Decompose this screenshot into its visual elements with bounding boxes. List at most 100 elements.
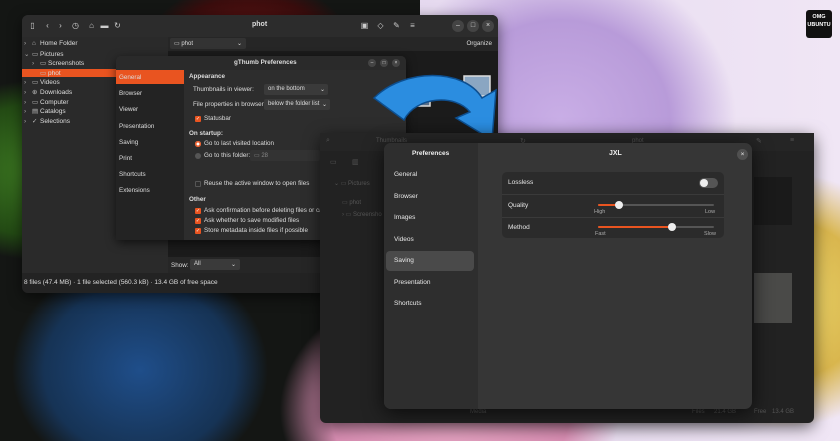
quality-slider-knob[interactable] xyxy=(614,201,623,209)
thumbnail-cat[interactable] xyxy=(754,273,792,323)
tree-item[interactable]: › ▭ Videos xyxy=(24,78,60,86)
prefs-nav-item-extensions[interactable]: Extensions xyxy=(119,187,150,194)
method-fast-label: Fast xyxy=(595,231,606,237)
prefs-nav-item-saving[interactable]: Saving xyxy=(119,139,138,146)
expander-icon[interactable]: › xyxy=(24,108,32,115)
other-heading: Other xyxy=(189,196,206,203)
method-slider-knob[interactable] xyxy=(668,223,677,231)
back-icon[interactable]: ‹ xyxy=(41,20,54,32)
goto-folder-radio[interactable] xyxy=(195,153,201,159)
thumbnail-dark-1[interactable] xyxy=(754,177,792,225)
jxl-nav-item-browser[interactable]: Browser xyxy=(386,187,474,207)
thumbnails-dropdown[interactable]: on the bottom ⌄ xyxy=(264,84,328,95)
jxl-nav-item-presentation[interactable]: Presentation xyxy=(386,273,474,293)
maximize-icon[interactable]: □ xyxy=(467,20,479,32)
tree-item[interactable]: › ▭ Computer xyxy=(24,98,69,106)
organize-button[interactable]: Organize xyxy=(466,40,492,47)
statusbar-checkbox[interactable]: ✓ xyxy=(195,116,201,122)
expander-icon[interactable]: › xyxy=(24,40,32,47)
pictures-tree-item[interactable]: ⌄ ▭ Pictures xyxy=(334,180,370,187)
tree-item-label: Computer xyxy=(40,98,69,106)
chevron-down-icon: ⌄ xyxy=(321,102,327,108)
prefs-nav-item-viewer[interactable]: Viewer xyxy=(119,106,138,113)
prefs-nav: General Browser Viewer Presentation Saving Pr… xyxy=(116,70,184,240)
edit-icon[interactable]: ✎ xyxy=(756,137,762,145)
sidebar-toggle-icon[interactable]: ▯ xyxy=(26,20,39,32)
other-checkbox[interactable]: ✓ xyxy=(195,208,201,214)
jxl-nav: Preferences General Browser Images Videos Sa… xyxy=(384,143,478,409)
phot-tree-item[interactable]: ▭ phot xyxy=(342,199,361,206)
sidebar-toggle-icon[interactable]: ⌕ xyxy=(326,137,330,145)
other-checkbox[interactable]: ✓ xyxy=(195,228,201,234)
reuse-window-label: Reuse the active window to open files xyxy=(204,180,310,187)
jxl-nav-item-general[interactable]: General xyxy=(386,165,474,185)
prefs-header: gThumb Preferences – □ × xyxy=(116,56,406,70)
omg-ubuntu-logo: OMG UBUNTU xyxy=(806,10,832,38)
jxl-nav-item-saving[interactable]: Saving xyxy=(386,251,474,271)
menu-icon[interactable]: ≡ xyxy=(406,20,419,32)
catalog-icon[interactable]: ▥ xyxy=(352,158,359,166)
goto-folder-label: Go to this folder: xyxy=(204,152,251,159)
pictures-label: Pictures xyxy=(348,181,370,187)
status-text: 8 files (47.4 MB) · 1 file selected (560… xyxy=(24,279,218,286)
expander-icon[interactable]: › xyxy=(24,79,32,86)
jxl-nav-item-images[interactable]: Images xyxy=(386,208,474,228)
browse-icon[interactable]: ▭ xyxy=(330,158,337,166)
tree-item[interactable]: › ✓ Selections xyxy=(24,117,70,125)
show-label: Show: xyxy=(171,262,189,269)
media-label: Media xyxy=(470,409,487,415)
quality-slider[interactable] xyxy=(598,201,714,209)
presentation-icon[interactable]: ▣ xyxy=(358,20,371,32)
method-slider[interactable] xyxy=(598,223,714,231)
expander-icon[interactable]: › xyxy=(24,89,32,96)
show-dropdown[interactable]: All ⌄ xyxy=(190,259,240,270)
tree-item[interactable]: › ⊕ Downloads xyxy=(24,88,72,96)
chevron-down-icon: ⌄ xyxy=(319,87,325,93)
jxl-nav-item-videos[interactable]: Videos xyxy=(386,230,474,250)
prefs-nav-item-presentation[interactable]: Presentation xyxy=(119,123,154,130)
goto-folder-value: 28 xyxy=(261,153,269,159)
minimize-icon[interactable]: – xyxy=(452,20,464,32)
reload-icon[interactable]: ↻ xyxy=(111,20,124,32)
folder-icon: ✓ xyxy=(32,117,38,125)
expander-icon[interactable]: › xyxy=(24,99,32,106)
prefs-nav-item-print[interactable]: Print xyxy=(119,155,132,162)
prefs-nav-item-shortcuts[interactable]: Shortcuts xyxy=(119,171,146,178)
close-icon[interactable]: × xyxy=(737,149,748,160)
quality-row: Quality High Low xyxy=(502,195,724,217)
expander-icon[interactable]: › xyxy=(32,60,40,67)
main-window-title: phot xyxy=(252,21,268,28)
reuse-window-checkbox[interactable] xyxy=(195,181,201,187)
folder-icon: ▭ xyxy=(32,98,39,106)
folder-icon[interactable]: ▬ xyxy=(98,20,111,32)
goto-last-radio[interactable] xyxy=(195,141,201,147)
forward-icon[interactable]: › xyxy=(54,20,67,32)
jxl-nav-item-shortcuts[interactable]: Shortcuts xyxy=(386,294,474,314)
method-label: Method xyxy=(508,224,530,231)
home-icon[interactable]: ⌂ xyxy=(85,20,98,32)
prefs-nav-item-browser[interactable]: Browser xyxy=(119,90,142,97)
history-icon[interactable]: ◷ xyxy=(69,20,82,32)
tree-item[interactable]: ⌄ ▭ Pictures xyxy=(24,50,63,58)
tag-icon[interactable]: ◇ xyxy=(374,20,387,32)
screenshots-tree-item[interactable]: › ▭ Screensho xyxy=(342,211,382,218)
tree-item[interactable]: › ▤ Catalogs xyxy=(24,107,66,115)
quality-low-label: Low xyxy=(705,209,716,215)
free-size-label: 13.4 GB xyxy=(772,409,795,415)
lossless-toggle[interactable] xyxy=(699,178,718,188)
other-checkbox[interactable]: ✓ xyxy=(195,218,201,224)
expander-icon[interactable]: ⌄ xyxy=(24,50,32,58)
menu-icon[interactable]: ≡ xyxy=(790,137,794,144)
goto-folder-chooser[interactable]: ▭ 28 xyxy=(250,150,320,161)
chevron-down-icon: ⌄ xyxy=(230,262,236,268)
fileprops-dropdown[interactable]: below the folder list ⌄ xyxy=(264,99,330,110)
prefs-nav-item-general[interactable]: General xyxy=(119,74,141,81)
tree-item[interactable]: › ▭ Screenshots xyxy=(32,59,84,67)
edit-icon[interactable]: ✎ xyxy=(390,20,403,32)
path-dropdown[interactable]: ▭ phot ⌄ xyxy=(170,38,246,49)
close-icon[interactable]: × xyxy=(482,20,494,32)
chevron-down-icon: ⌄ xyxy=(236,41,242,47)
expander-icon[interactable]: › xyxy=(24,118,32,125)
appearance-heading: Appearance xyxy=(189,73,226,80)
tree-item[interactable]: › ⌂ Home Folder xyxy=(24,40,78,47)
